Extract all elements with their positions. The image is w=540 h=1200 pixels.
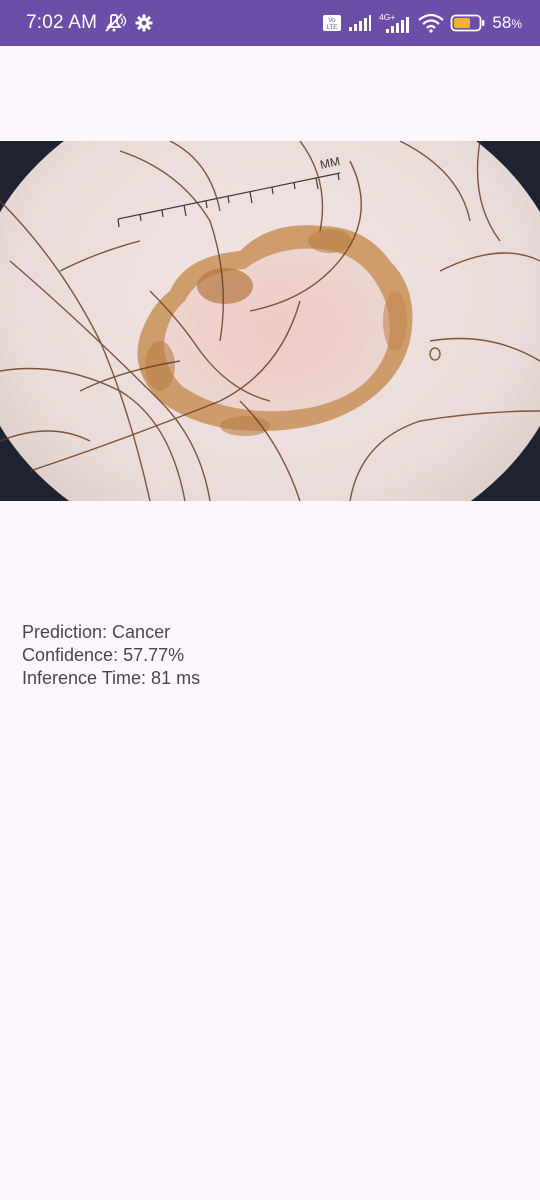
status-time: 7:02 AM bbox=[26, 12, 98, 33]
confidence-label: Confidence: 57.77% bbox=[22, 645, 185, 665]
prediction-results: Prediction: Cancer Confidence: 57.77% In… bbox=[22, 621, 200, 690]
status-bar-left: 7:02 AM bbox=[26, 12, 153, 34]
settings-gear-icon bbox=[135, 14, 153, 32]
signal-icon bbox=[348, 14, 372, 32]
wifi-icon bbox=[418, 13, 445, 33]
svg-text:Vo: Vo bbox=[329, 17, 337, 24]
svg-text:LTE: LTE bbox=[327, 25, 338, 31]
battery-percent: 58% bbox=[492, 13, 522, 32]
prediction-label: Prediction: Cancer bbox=[22, 622, 171, 642]
signal-4g-icon: 4G+ bbox=[378, 12, 412, 34]
volte-icon: Vo LTE bbox=[322, 14, 342, 32]
status-bar: 7:02 AM Vo LTE 4G+ 58% bbox=[0, 0, 540, 46]
inference-time-label: Inference Time: 81 ms bbox=[22, 668, 201, 688]
status-bar-right: Vo LTE 4G+ 58% bbox=[322, 12, 522, 34]
battery-icon bbox=[450, 13, 486, 33]
dermoscopy-image: MM bbox=[0, 141, 540, 501]
svg-text:4G+: 4G+ bbox=[379, 12, 395, 22]
silent-mode-icon bbox=[103, 13, 129, 33]
